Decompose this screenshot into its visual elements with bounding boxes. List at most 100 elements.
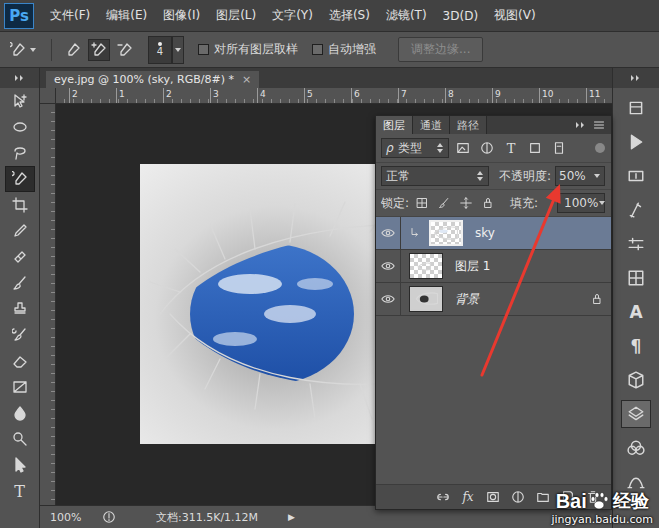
status-menu-arrow[interactable]: ▶: [288, 512, 295, 522]
dock-panel-button[interactable]: [621, 94, 651, 122]
layer-thumbnail: [409, 253, 443, 279]
menu-item[interactable]: 图像(I): [155, 7, 208, 24]
brush-size-picker[interactable]: 4: [148, 36, 172, 64]
panel-tab[interactable]: 图层: [376, 116, 413, 134]
tool-button[interactable]: [5, 244, 35, 270]
dock-panel-button[interactable]: [621, 468, 651, 496]
stamp-icon: [12, 301, 28, 317]
toolbox-header[interactable]: [0, 68, 39, 88]
refine-edge-button[interactable]: 调整边缘...: [398, 37, 483, 62]
tool-button[interactable]: [5, 426, 35, 452]
dock-panel-button[interactable]: ¶: [621, 332, 651, 360]
folder-icon: [536, 490, 550, 504]
panel-action-button[interactable]: [510, 489, 526, 505]
dock-panel-button[interactable]: [621, 400, 651, 428]
menu-item[interactable]: 选择(S): [321, 7, 378, 24]
panel-action-button[interactable]: [435, 489, 451, 505]
tool-button[interactable]: [5, 374, 35, 400]
panel-tab[interactable]: 路径: [450, 116, 487, 134]
tool-preset-picker[interactable]: [6, 40, 41, 60]
filter-button[interactable]: [525, 138, 545, 158]
dock-panel-button[interactable]: [621, 230, 651, 258]
tool-button[interactable]: [5, 400, 35, 426]
tool-button[interactable]: T: [5, 478, 35, 504]
checkbox-box[interactable]: [198, 44, 209, 55]
close-tab-button[interactable]: ×: [242, 73, 251, 86]
brush-size-dropdown[interactable]: [172, 36, 184, 64]
collapse-icon[interactable]: [575, 122, 587, 128]
menu-item[interactable]: 文件(F): [42, 7, 98, 24]
dock-header[interactable]: [613, 68, 659, 88]
menu-item[interactable]: 文字(Y): [264, 7, 321, 24]
opacity-field[interactable]: 50%: [555, 166, 605, 186]
selection-mode-button[interactable]: [88, 39, 110, 61]
tool-button[interactable]: [5, 322, 35, 348]
option-checkbox[interactable]: 对所有图层取样: [198, 41, 298, 58]
visibility-toggle[interactable]: [376, 283, 401, 315]
layer-row[interactable]: 背景: [376, 283, 611, 316]
filter-type-dropdown[interactable]: ρ类型: [381, 138, 449, 158]
zoom-level[interactable]: 100%: [50, 511, 92, 524]
visibility-toggle[interactable]: [376, 250, 401, 282]
tool-button[interactable]: [5, 218, 35, 244]
menu-item[interactable]: 图层(L): [208, 7, 264, 24]
panel-action-button[interactable]: fx: [460, 489, 476, 505]
menu-item[interactable]: 3D(D): [435, 9, 486, 23]
selection-mode-button[interactable]: [62, 39, 84, 61]
fill-field[interactable]: 100%: [557, 193, 605, 213]
checkbox-box[interactable]: [312, 44, 323, 55]
dock-panel-button[interactable]: [621, 366, 651, 394]
tool-button[interactable]: [5, 348, 35, 374]
tool-button[interactable]: [5, 296, 35, 322]
lock-button[interactable]: [479, 194, 497, 212]
dock-panel-button[interactable]: A: [621, 298, 651, 326]
filter-button[interactable]: T: [501, 138, 521, 158]
layer-thumbnail: [429, 220, 463, 246]
filter-toggle[interactable]: [595, 143, 605, 153]
tool-button[interactable]: [5, 270, 35, 296]
dock-panel-button[interactable]: [621, 434, 651, 462]
lock-button[interactable]: [413, 194, 431, 212]
tool-button[interactable]: [5, 88, 35, 114]
dock-panel-button[interactable]: [621, 264, 651, 292]
sky-thumbnail-icon: [431, 222, 461, 244]
lock-label: 锁定:: [381, 195, 409, 212]
panel-menu-icon[interactable]: [593, 119, 605, 131]
lock-icon: [591, 293, 603, 305]
option-checkbox[interactable]: 自动增强: [312, 41, 376, 58]
menu-item[interactable]: 编辑(E): [98, 7, 155, 24]
tool-button[interactable]: [5, 140, 35, 166]
adjustments-icon: [627, 235, 645, 253]
photoshop-logo[interactable]: Ps: [4, 3, 34, 29]
selection-mode-button[interactable]: [114, 39, 136, 61]
layer-row[interactable]: sky: [376, 217, 611, 250]
filter-button[interactable]: [477, 138, 497, 158]
document-tab[interactable]: eye.jpg @ 100% (sky, RGB/8#) *×: [46, 71, 259, 88]
tool-button[interactable]: [5, 452, 35, 478]
panel-action-button[interactable]: [560, 489, 576, 505]
filter-button[interactable]: [453, 138, 473, 158]
panel-action-button[interactable]: [585, 489, 601, 505]
tool-button[interactable]: [5, 114, 35, 140]
tool-button[interactable]: [5, 166, 35, 192]
panel-action-button[interactable]: [535, 489, 551, 505]
visibility-toggle[interactable]: [376, 217, 401, 249]
tool-button[interactable]: [5, 192, 35, 218]
layer-row[interactable]: 图层 1: [376, 250, 611, 283]
dock-panel-button[interactable]: [621, 128, 651, 156]
filter-button[interactable]: [549, 138, 569, 158]
blend-mode-dropdown[interactable]: 正常: [381, 166, 489, 186]
dock-panel-button[interactable]: [621, 196, 651, 224]
menu-item[interactable]: 滤镜(T): [378, 7, 435, 24]
lock-button[interactable]: [435, 194, 453, 212]
layer-thumbnail: [409, 286, 443, 312]
status-info-icon[interactable]: [102, 510, 116, 524]
panel-tab[interactable]: 通道: [413, 116, 450, 134]
dock-panel-button[interactable]: [621, 162, 651, 190]
panel-action-button[interactable]: [485, 489, 501, 505]
fill-label: 填充:: [510, 195, 538, 212]
opacity-label: 不透明度:: [499, 168, 551, 185]
menu-item[interactable]: 视图(V): [486, 7, 544, 24]
lock-button[interactable]: [457, 194, 475, 212]
ruler-label: 10: [539, 88, 586, 103]
